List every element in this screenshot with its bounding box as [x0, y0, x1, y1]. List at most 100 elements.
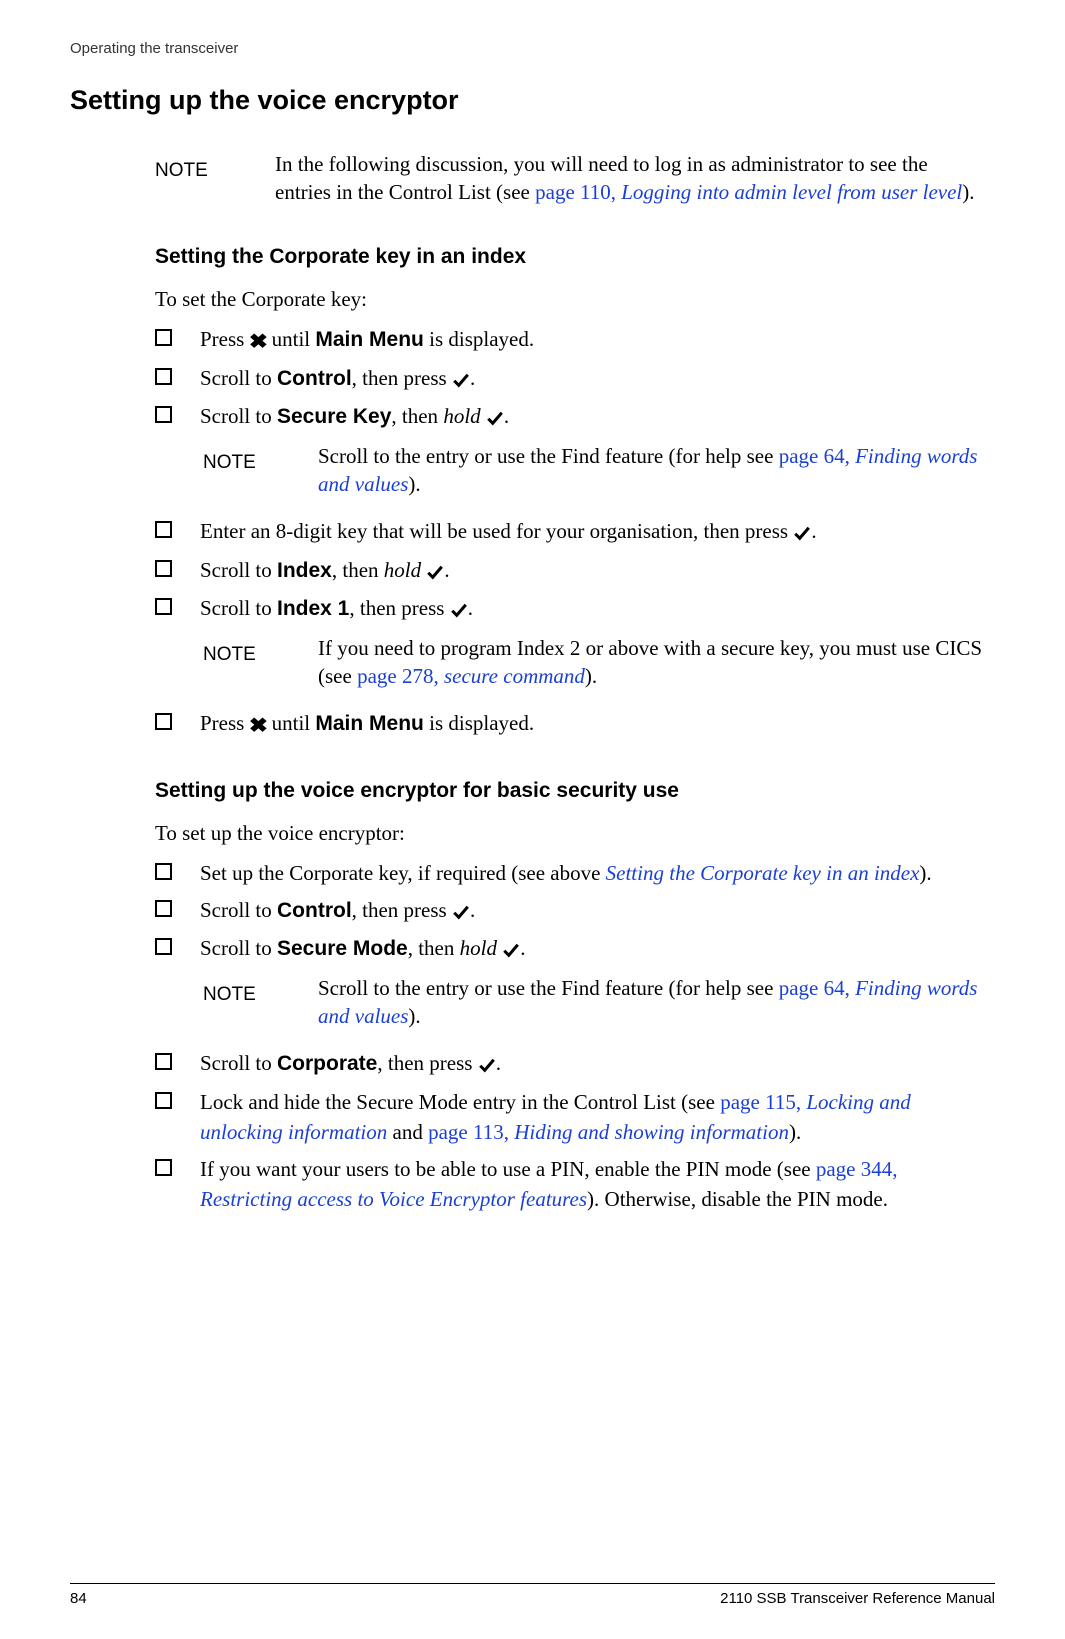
page-link[interactable]: page 64,	[779, 444, 855, 468]
checkbox-icon	[155, 1092, 172, 1109]
step-text: Scroll to	[200, 404, 277, 428]
check-icon	[502, 935, 520, 965]
note-body: If you need to program Index 2 or above …	[318, 634, 985, 691]
checkbox-icon	[155, 900, 172, 917]
step-text: .	[444, 558, 449, 582]
checkbox-icon	[155, 406, 172, 423]
page-link[interactable]: page 113,	[428, 1120, 514, 1144]
step-text: Scroll to	[200, 1051, 277, 1075]
manual-title: 2110 SSB Transceiver Reference Manual	[720, 1590, 995, 1607]
page-footer: 84 2110 SSB Transceiver Reference Manual	[70, 1583, 995, 1607]
page-number: 84	[70, 1590, 87, 1607]
checkbox-icon	[155, 521, 172, 538]
list-item: Scroll to Index 1, then press .	[155, 593, 985, 625]
emphasis: hold	[460, 936, 497, 960]
note-text: ).	[585, 664, 597, 688]
step-text: Scroll to	[200, 366, 277, 390]
note-text: Scroll to the entry or use the Find feat…	[318, 444, 779, 468]
checkbox-icon	[155, 329, 172, 346]
emphasis: hold	[384, 558, 421, 582]
step-list: Press ✖ until Main Menu is displayed.	[155, 708, 985, 741]
checkbox-icon	[155, 560, 172, 577]
step-text: , then	[391, 404, 443, 428]
intro-text: To set the Corporate key:	[155, 287, 985, 312]
step-text: is displayed.	[424, 327, 534, 351]
list-item: Scroll to Control, then press .	[155, 363, 985, 395]
cross-ref-link[interactable]: Restricting access to Voice Encryptor fe…	[200, 1187, 587, 1211]
step-text: until	[266, 711, 315, 735]
step-text: is displayed.	[424, 711, 534, 735]
check-icon	[478, 1050, 496, 1080]
list-item: If you want your users to be able to use…	[155, 1154, 985, 1215]
step-text: , then	[332, 558, 384, 582]
sub-heading: Setting the Corporate key in an index	[155, 245, 985, 269]
cross-ref-link[interactable]: Setting the Corporate key in an index	[606, 861, 920, 885]
step-text: If you want your users to be able to use…	[200, 1157, 816, 1181]
step-text: ).	[919, 861, 931, 885]
page-link[interactable]: page 344,	[816, 1157, 898, 1181]
page-link[interactable]: page 110,	[535, 180, 621, 204]
x-icon: ✖	[248, 712, 267, 741]
step-text: ). Otherwise, disable the PIN mode.	[587, 1187, 888, 1211]
page-link[interactable]: page 115,	[720, 1090, 806, 1114]
cross-ref-link[interactable]: secure command	[444, 664, 585, 688]
note-body: In the following discussion, you will ne…	[275, 150, 985, 207]
step-text: .	[470, 366, 475, 390]
check-icon	[486, 403, 504, 433]
step-text: and	[387, 1120, 428, 1144]
note-text: ).	[408, 1004, 420, 1028]
step-text: , then press	[349, 596, 449, 620]
list-item: Lock and hide the Secure Mode entry in t…	[155, 1087, 985, 1148]
step-text: .	[504, 404, 509, 428]
step-list: Set up the Corporate key, if required (s…	[155, 858, 985, 965]
cross-ref-link[interactable]: Logging into admin level from user level	[621, 180, 962, 204]
list-item: Press ✖ until Main Menu is displayed.	[155, 708, 985, 741]
note-block: NOTE Scroll to the entry or use the Find…	[203, 974, 985, 1031]
note-label: NOTE	[203, 634, 318, 666]
page-link[interactable]: page 64,	[779, 976, 855, 1000]
running-header: Operating the transceiver	[70, 40, 995, 57]
check-icon	[452, 365, 470, 395]
menu-name: Index	[277, 559, 332, 582]
menu-name: Secure Key	[277, 405, 391, 428]
step-text: .	[470, 898, 475, 922]
intro-text: To set up the voice encryptor:	[155, 821, 985, 846]
step-list: Enter an 8-digit key that will be used f…	[155, 516, 985, 625]
note-text: ).	[962, 180, 974, 204]
sub-heading: Setting up the voice encryptor for basic…	[155, 779, 985, 803]
step-text: .	[496, 1051, 501, 1075]
checkbox-icon	[155, 863, 172, 880]
note-text: ).	[408, 472, 420, 496]
list-item: Scroll to Secure Mode, then hold .	[155, 933, 985, 965]
list-item: Scroll to Control, then press .	[155, 895, 985, 927]
list-item: Press ✖ until Main Menu is displayed.	[155, 324, 985, 357]
step-text: , then	[408, 936, 460, 960]
step-text: until	[266, 327, 315, 351]
menu-name: Main Menu	[315, 712, 424, 735]
check-icon	[793, 518, 811, 548]
step-text: Press	[200, 327, 250, 351]
list-item: Set up the Corporate key, if required (s…	[155, 858, 985, 888]
check-icon	[426, 557, 444, 587]
note-block: NOTE If you need to program Index 2 or a…	[203, 634, 985, 691]
step-text: ).	[789, 1120, 801, 1144]
list-item: Scroll to Corporate, then press .	[155, 1048, 985, 1080]
step-text: Scroll to	[200, 898, 277, 922]
step-text: , then press	[377, 1051, 477, 1075]
checkbox-icon	[155, 368, 172, 385]
menu-name: Corporate	[277, 1052, 377, 1075]
step-list: Press ✖ until Main Menu is displayed. Sc…	[155, 324, 985, 434]
cross-ref-link[interactable]: Hiding and showing information	[514, 1120, 789, 1144]
page-title: Setting up the voice encryptor	[70, 85, 995, 116]
step-text: Scroll to	[200, 558, 277, 582]
note-body: Scroll to the entry or use the Find feat…	[318, 974, 985, 1031]
page-link[interactable]: page 278,	[357, 664, 444, 688]
step-text: .	[811, 519, 816, 543]
menu-name: Main Menu	[315, 328, 424, 351]
check-icon	[450, 595, 468, 625]
note-block: NOTE Scroll to the entry or use the Find…	[203, 442, 985, 499]
list-item: Scroll to Index, then hold .	[155, 555, 985, 587]
list-item: Enter an 8-digit key that will be used f…	[155, 516, 985, 548]
step-list: Scroll to Corporate, then press . Lock a…	[155, 1048, 985, 1214]
step-text: .	[468, 596, 473, 620]
